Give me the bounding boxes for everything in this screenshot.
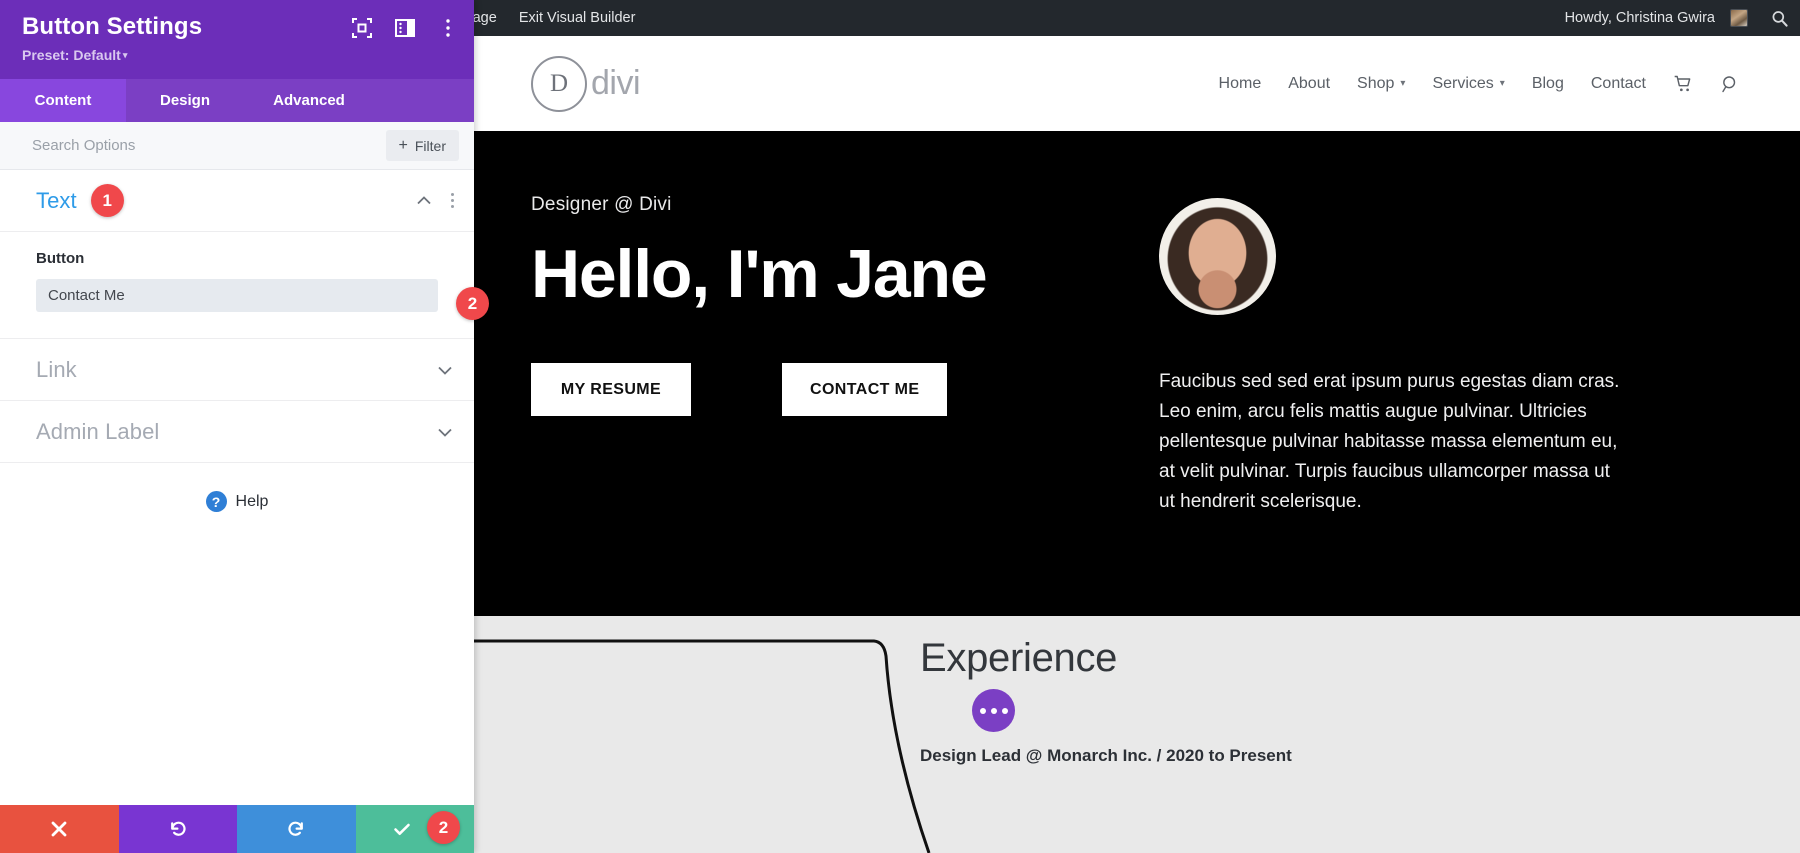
hero-eyebrow: Designer @ Divi — [531, 194, 672, 215]
cancel-button[interactable] — [0, 805, 119, 853]
chevron-down-icon: ▾ — [1499, 78, 1505, 89]
hero-left-column: Designer @ Divi Hello, I'm Jane MY RESUM… — [531, 194, 1091, 517]
nav-label: About — [1288, 74, 1331, 92]
redo-button[interactable] — [237, 805, 356, 853]
nav-label: Shop — [1357, 74, 1395, 92]
chevron-down-icon[interactable] — [436, 361, 454, 379]
shopping-cart-icon[interactable] — [1673, 74, 1693, 94]
divi-logo-mark: D — [531, 55, 587, 112]
help-link[interactable]: ? Help — [0, 463, 474, 513]
section-header-link[interactable]: Link — [0, 339, 474, 402]
site-navigation: Home About Shop ▾ Services ▾ Blog Contact — [1219, 74, 1740, 94]
nav-item-home[interactable]: Home — [1219, 75, 1262, 93]
check-icon — [393, 823, 410, 835]
section-title-admin-label: Admin Label — [36, 418, 160, 444]
nav-label: Services — [1432, 74, 1494, 92]
filter-label: Filter — [414, 137, 446, 154]
visual-builder-preview: D divi Home About Shop ▾ Services ▾ Blog C… — [474, 0, 1800, 853]
hero-paragraph: Faucibus sed sed erat ipsum purus egesta… — [1159, 371, 1620, 513]
search-options-row: + Filter — [0, 122, 474, 171]
preset-selector[interactable]: Preset: Default ▾ — [22, 47, 452, 63]
undo-button[interactable] — [118, 805, 237, 853]
admin-bar-edit-page[interactable]: Edit Page — [474, 0, 508, 36]
avatar — [1159, 198, 1276, 315]
experience-entry: Design Lead @ Monarch Inc. / 2020 to Pre… — [920, 746, 1292, 765]
button-text-field-block: Button — [0, 232, 474, 340]
preset-label: Preset: Default — [22, 47, 121, 64]
step-badge-2-field: 2 — [456, 287, 489, 320]
experience-title: Experience — [920, 636, 1118, 680]
save-button[interactable]: 2 — [355, 805, 474, 853]
admin-bar-label: Exit Visual Builder — [518, 10, 636, 26]
search-icon — [1772, 10, 1788, 27]
undo-icon — [170, 821, 186, 836]
wordpress-admin-bar: My Sites Divi 4 0 — [474, 0, 1800, 36]
step-badge-2-save: 2 — [427, 811, 460, 844]
divi-logo-word: divi — [591, 64, 641, 102]
nav-item-contact[interactable]: Contact — [1591, 75, 1646, 93]
tab-advanced[interactable]: Advanced — [244, 79, 374, 122]
hero-right-column: Faucibus sed sed erat ipsum purus egesta… — [1159, 194, 1699, 517]
admin-bar-account[interactable]: Howdy, Christina Gwira — [1554, 0, 1759, 36]
search-input[interactable] — [0, 137, 330, 155]
site-logo[interactable]: D divi — [531, 55, 641, 112]
button-settings-panel: Button Settings Preset: Default ▾ Conten… — [0, 0, 474, 853]
close-icon — [51, 821, 67, 837]
avatar — [1730, 9, 1748, 27]
question-mark-icon: ? — [205, 491, 227, 513]
settings-panel-header: Button Settings Preset: Default ▾ — [0, 0, 474, 80]
admin-bar-search[interactable] — [1759, 0, 1800, 36]
panel-spacer — [0, 512, 474, 805]
step-badge-1: 1 — [90, 184, 124, 218]
nav-label: Blog — [1531, 74, 1564, 92]
my-resume-button[interactable]: MY RESUME — [531, 363, 691, 417]
plus-icon: + — [398, 136, 408, 154]
nav-label: Home — [1218, 74, 1262, 92]
kebab-menu-icon[interactable] — [438, 18, 458, 38]
button-text-input[interactable] — [36, 279, 438, 313]
section-title-link: Link — [36, 356, 77, 382]
experience-content: Experience Design Lead @ Monarch Inc. / … — [920, 636, 1560, 766]
settings-footer-toolbar: 2 — [0, 805, 474, 853]
nav-label: Contact — [1590, 74, 1646, 92]
section-header-admin-label[interactable]: Admin Label — [0, 401, 474, 464]
tab-content[interactable]: Content — [0, 79, 126, 123]
section-title-text: Text — [36, 187, 77, 213]
settings-header-icons — [352, 18, 458, 38]
admin-bar-exit-visual-builder[interactable]: Exit Visual Builder — [508, 0, 647, 36]
section-header-text[interactable]: Text 1 — [0, 170, 474, 233]
chevron-down-icon: ▾ — [1400, 78, 1406, 89]
nav-item-blog[interactable]: Blog — [1532, 75, 1564, 93]
site-header: D divi Home About Shop ▾ Services ▾ Blog C… — [474, 36, 1800, 131]
chevron-up-icon[interactable] — [415, 192, 433, 210]
chevron-down-icon: ▾ — [122, 50, 128, 61]
section-kebab-menu-icon[interactable] — [451, 193, 454, 209]
hero-section: Designer @ Divi Hello, I'm Jane MY RESUM… — [474, 131, 1800, 616]
settings-tabs: Content Design Advanced — [0, 79, 474, 123]
hero-buttons: MY RESUME CONTACT ME — [531, 363, 1091, 417]
panel-layout-icon[interactable] — [395, 18, 415, 38]
tab-design[interactable]: Design — [126, 79, 244, 122]
howdy-label: Howdy, Christina Gwira — [1564, 10, 1715, 26]
contact-me-button[interactable]: CONTACT ME — [782, 363, 948, 417]
admin-bar-label: Edit Page — [474, 10, 497, 26]
nav-item-about[interactable]: About — [1288, 75, 1330, 93]
hero-title: Hello, I'm Jane — [531, 236, 988, 312]
experience-section: Experience Design Lead @ Monarch Inc. / … — [474, 616, 1800, 853]
chevron-down-icon[interactable] — [436, 423, 454, 441]
button-field-label: Button — [36, 250, 85, 268]
filter-button[interactable]: + Filter — [385, 130, 459, 162]
help-label: Help — [235, 492, 269, 510]
redo-icon — [288, 821, 304, 836]
ellipsis-circle-icon[interactable] — [972, 689, 1015, 732]
search-icon[interactable] — [1720, 74, 1740, 94]
focus-frame-icon[interactable] — [352, 18, 372, 38]
nav-item-shop[interactable]: Shop ▾ — [1357, 75, 1405, 93]
nav-item-services[interactable]: Services ▾ — [1432, 75, 1504, 93]
